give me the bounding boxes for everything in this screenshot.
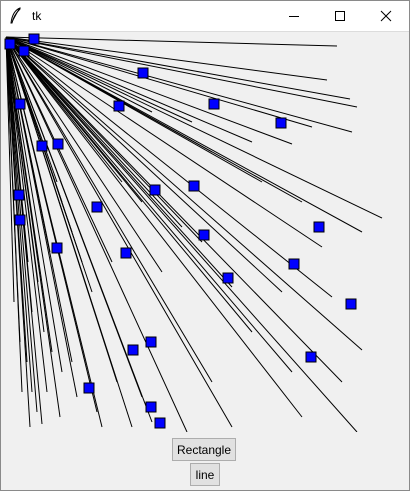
canvas-rectangle: [137, 67, 149, 79]
canvas-rectangle: [313, 221, 325, 233]
canvas-line: [5, 36, 293, 373]
close-button[interactable]: [363, 1, 409, 31]
canvas-rectangle: [4, 38, 16, 50]
drawing-canvas[interactable]: [2, 32, 410, 433]
canvas-rectangle: [18, 45, 30, 57]
canvas-rectangle: [52, 138, 64, 150]
canvas-rectangle: [149, 184, 161, 196]
canvas-svg: [4, 33, 383, 433]
canvas-line: [5, 36, 183, 228]
canvas-rectangle: [120, 247, 132, 259]
canvas-rectangle: [154, 417, 166, 429]
close-icon: [380, 10, 392, 22]
canvas-line: [5, 36, 253, 143]
canvas-rectangle: [222, 272, 234, 284]
title-bar[interactable]: tk: [1, 1, 409, 32]
minimize-button[interactable]: [271, 1, 317, 31]
canvas-rectangle: [14, 98, 26, 110]
canvas-rectangle: [13, 189, 25, 201]
canvas-line: [5, 36, 39, 283]
canvas-rectangle: [51, 242, 63, 254]
canvas-rectangle: [345, 298, 357, 310]
minimize-icon: [289, 16, 299, 17]
canvas-line: [5, 36, 303, 203]
canvas-rectangle: [145, 336, 157, 348]
canvas-rectangle: [127, 344, 139, 356]
canvas-rectangle: [188, 180, 200, 192]
rectangle-button[interactable]: Rectangle: [172, 438, 236, 461]
feather-icon: [10, 7, 21, 24]
maximize-icon: [335, 11, 345, 21]
canvas-rectangle: [91, 201, 103, 213]
canvas-rectangle: [275, 117, 287, 129]
canvas-rectangle: [28, 33, 40, 45]
canvas-rectangle: [145, 401, 157, 413]
canvas-rectangle: [208, 98, 220, 110]
canvas-rectangle: [113, 100, 125, 112]
canvas-rectangle: [83, 382, 95, 394]
line-button[interactable]: line: [190, 463, 220, 486]
tk-window: tk Rectangle line: [0, 0, 410, 491]
canvas-line: [5, 36, 233, 288]
canvas-line: [5, 36, 338, 47]
canvas-rectangle: [14, 214, 26, 226]
canvas-rectangle: [36, 140, 48, 152]
window-title: tk: [32, 9, 42, 23]
maximize-button[interactable]: [317, 1, 363, 31]
canvas-rectangle: [198, 229, 210, 241]
canvas-rectangle: [305, 351, 317, 363]
canvas-rectangle: [288, 258, 300, 270]
